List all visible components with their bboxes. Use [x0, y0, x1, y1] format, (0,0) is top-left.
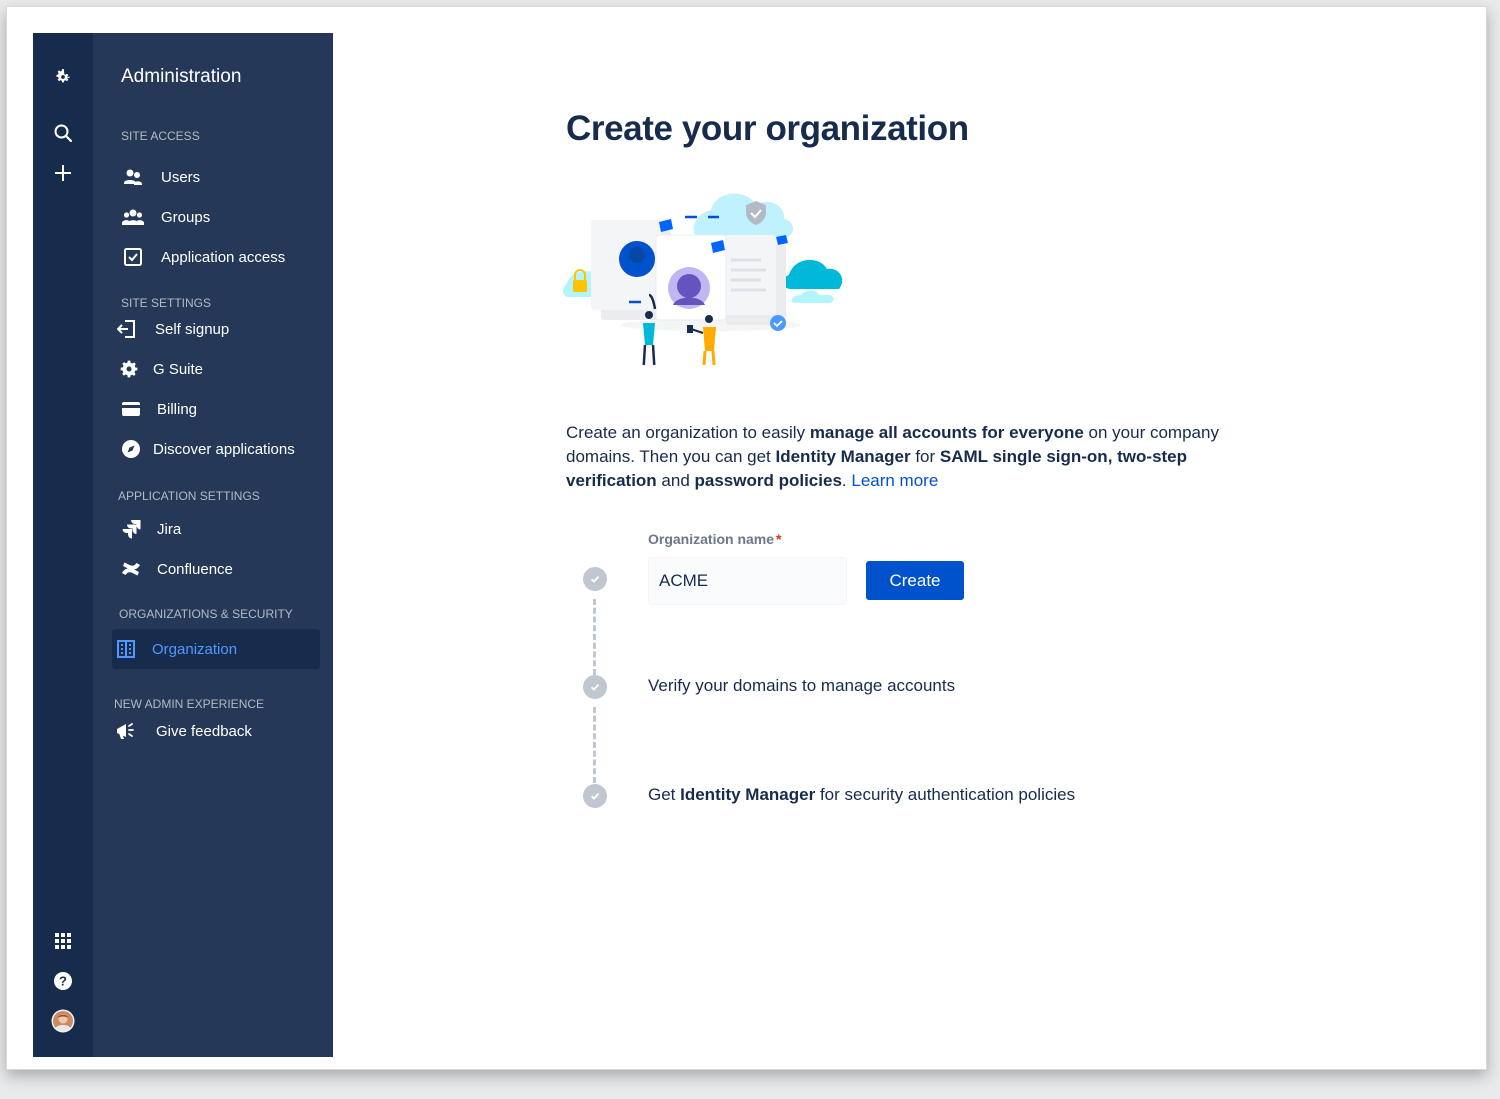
- description-bold: password policies: [694, 471, 842, 490]
- organization-name-label: Organization name *: [648, 531, 781, 547]
- section-site-settings: SITE SETTINGS: [121, 296, 212, 310]
- step-connector: [593, 707, 597, 783]
- sidebar-title: Administration: [121, 66, 242, 87]
- description-text: .: [841, 471, 852, 490]
- screenshot-frame: ? Administration SITE ACCESS Users Group…: [6, 6, 1487, 1070]
- sidebar-item-label: Confluence: [157, 560, 233, 578]
- create-button[interactable]: Create: [866, 561, 964, 600]
- gear-icon: [117, 357, 141, 381]
- app-window: ? Administration SITE ACCESS Users Group…: [33, 33, 1473, 1057]
- sidebar-item-label: Jira: [157, 520, 182, 538]
- section-application-settings: APPLICATION SETTINGS: [118, 489, 260, 503]
- sidebar-item-jira[interactable]: Jira: [119, 511, 181, 547]
- sidebar-item-label: Give feedback: [156, 722, 252, 740]
- label-text: Organization name: [648, 531, 775, 547]
- sidebar-item-label: Organization: [152, 640, 238, 658]
- description-text: Create an organization to easily: [566, 423, 810, 442]
- search-glyph: [54, 124, 73, 143]
- jira-icon: [119, 517, 143, 541]
- description-text: for: [910, 447, 940, 466]
- avatar[interactable]: [49, 1007, 77, 1035]
- grid-glyph: [55, 933, 71, 949]
- sidebar-item-groups[interactable]: Groups: [121, 199, 210, 235]
- sidebar-item-label: Discover applications: [153, 440, 295, 458]
- section-organizations-security: ORGANIZATIONS & SECURITY: [119, 607, 293, 621]
- step-3-check-icon: [583, 784, 607, 808]
- sidebar-item-label: Billing: [157, 400, 198, 418]
- svg-text:?: ?: [59, 974, 67, 989]
- description: Create an organization to easily manage …: [566, 421, 1266, 493]
- app-switcher-icon[interactable]: [49, 927, 77, 955]
- organization-name-input[interactable]: [648, 557, 847, 605]
- step-text-part: for security authentication policies: [815, 785, 1076, 804]
- confluence-icon: [119, 557, 143, 581]
- sidebar-item-organization[interactable]: Organization: [112, 629, 320, 669]
- step-2-text: Verify your domains to manage accounts: [648, 676, 956, 695]
- plus-glyph: [55, 165, 71, 181]
- sidebar-item-users[interactable]: Users: [121, 159, 200, 195]
- required-asterisk: *: [776, 531, 782, 547]
- sidebar-item-label: Groups: [161, 208, 211, 226]
- sidebar-item-billing[interactable]: Billing: [119, 391, 197, 427]
- section-new-admin-experience: NEW ADMIN EXPERIENCE: [114, 697, 265, 711]
- search-icon[interactable]: [49, 119, 77, 147]
- organization-illustration: [562, 193, 843, 365]
- sidebar-item-label: G Suite: [153, 360, 204, 378]
- sidebar-item-g-suite[interactable]: G Suite: [117, 351, 203, 387]
- sidebar-item-label: Self signup: [155, 320, 230, 338]
- sidebar-item-discover-applications[interactable]: Discover applications: [119, 431, 295, 467]
- credit-card-icon: [119, 397, 143, 421]
- compass-icon: [119, 437, 143, 461]
- step-connector: [593, 599, 597, 675]
- admin-sidebar: Administration SITE ACCESS Users Groups …: [93, 33, 333, 1057]
- global-nav-rail: ?: [33, 33, 93, 1057]
- step-2-check-icon: [583, 675, 607, 699]
- page-title: Create your organization: [566, 109, 969, 148]
- avatar-image: [51, 1009, 75, 1033]
- sidebar-item-confluence[interactable]: Confluence: [119, 551, 233, 587]
- sign-in-icon: [115, 317, 139, 341]
- plus-icon[interactable]: [49, 159, 77, 187]
- sidebar-item-label: Users: [161, 168, 201, 186]
- step-text-bold: Identity Manager: [680, 785, 816, 804]
- checkbox-icon: [121, 245, 145, 269]
- sidebar-item-application-access[interactable]: Application access: [121, 239, 285, 275]
- description-text: and: [656, 471, 695, 490]
- section-site-access: SITE ACCESS: [121, 129, 200, 143]
- step-text-part: Get: [648, 785, 681, 804]
- description-bold: Identity Manager: [775, 447, 911, 466]
- megaphone-icon: [114, 719, 138, 743]
- sidebar-item-label: Application access: [161, 248, 286, 266]
- users-icon: [121, 165, 145, 189]
- groups-icon: [121, 205, 145, 229]
- gear-icon: [56, 69, 70, 83]
- main-content: Create your organization Create an organ…: [333, 33, 1473, 1057]
- description-bold: manage all accounts for everyone: [809, 423, 1084, 442]
- step-3-text: Get Identity Manager for security authen…: [648, 785, 1075, 805]
- settings-gear-icon[interactable]: [49, 63, 77, 91]
- help-icon[interactable]: ?: [49, 967, 77, 995]
- help-glyph: ?: [54, 972, 72, 990]
- office-building-icon: [114, 637, 138, 661]
- learn-more-link[interactable]: Learn more: [851, 471, 938, 490]
- sidebar-item-give-feedback[interactable]: Give feedback: [114, 713, 252, 749]
- sidebar-item-self-signup[interactable]: Self signup: [115, 311, 229, 347]
- step-1-check-icon: [583, 567, 607, 591]
